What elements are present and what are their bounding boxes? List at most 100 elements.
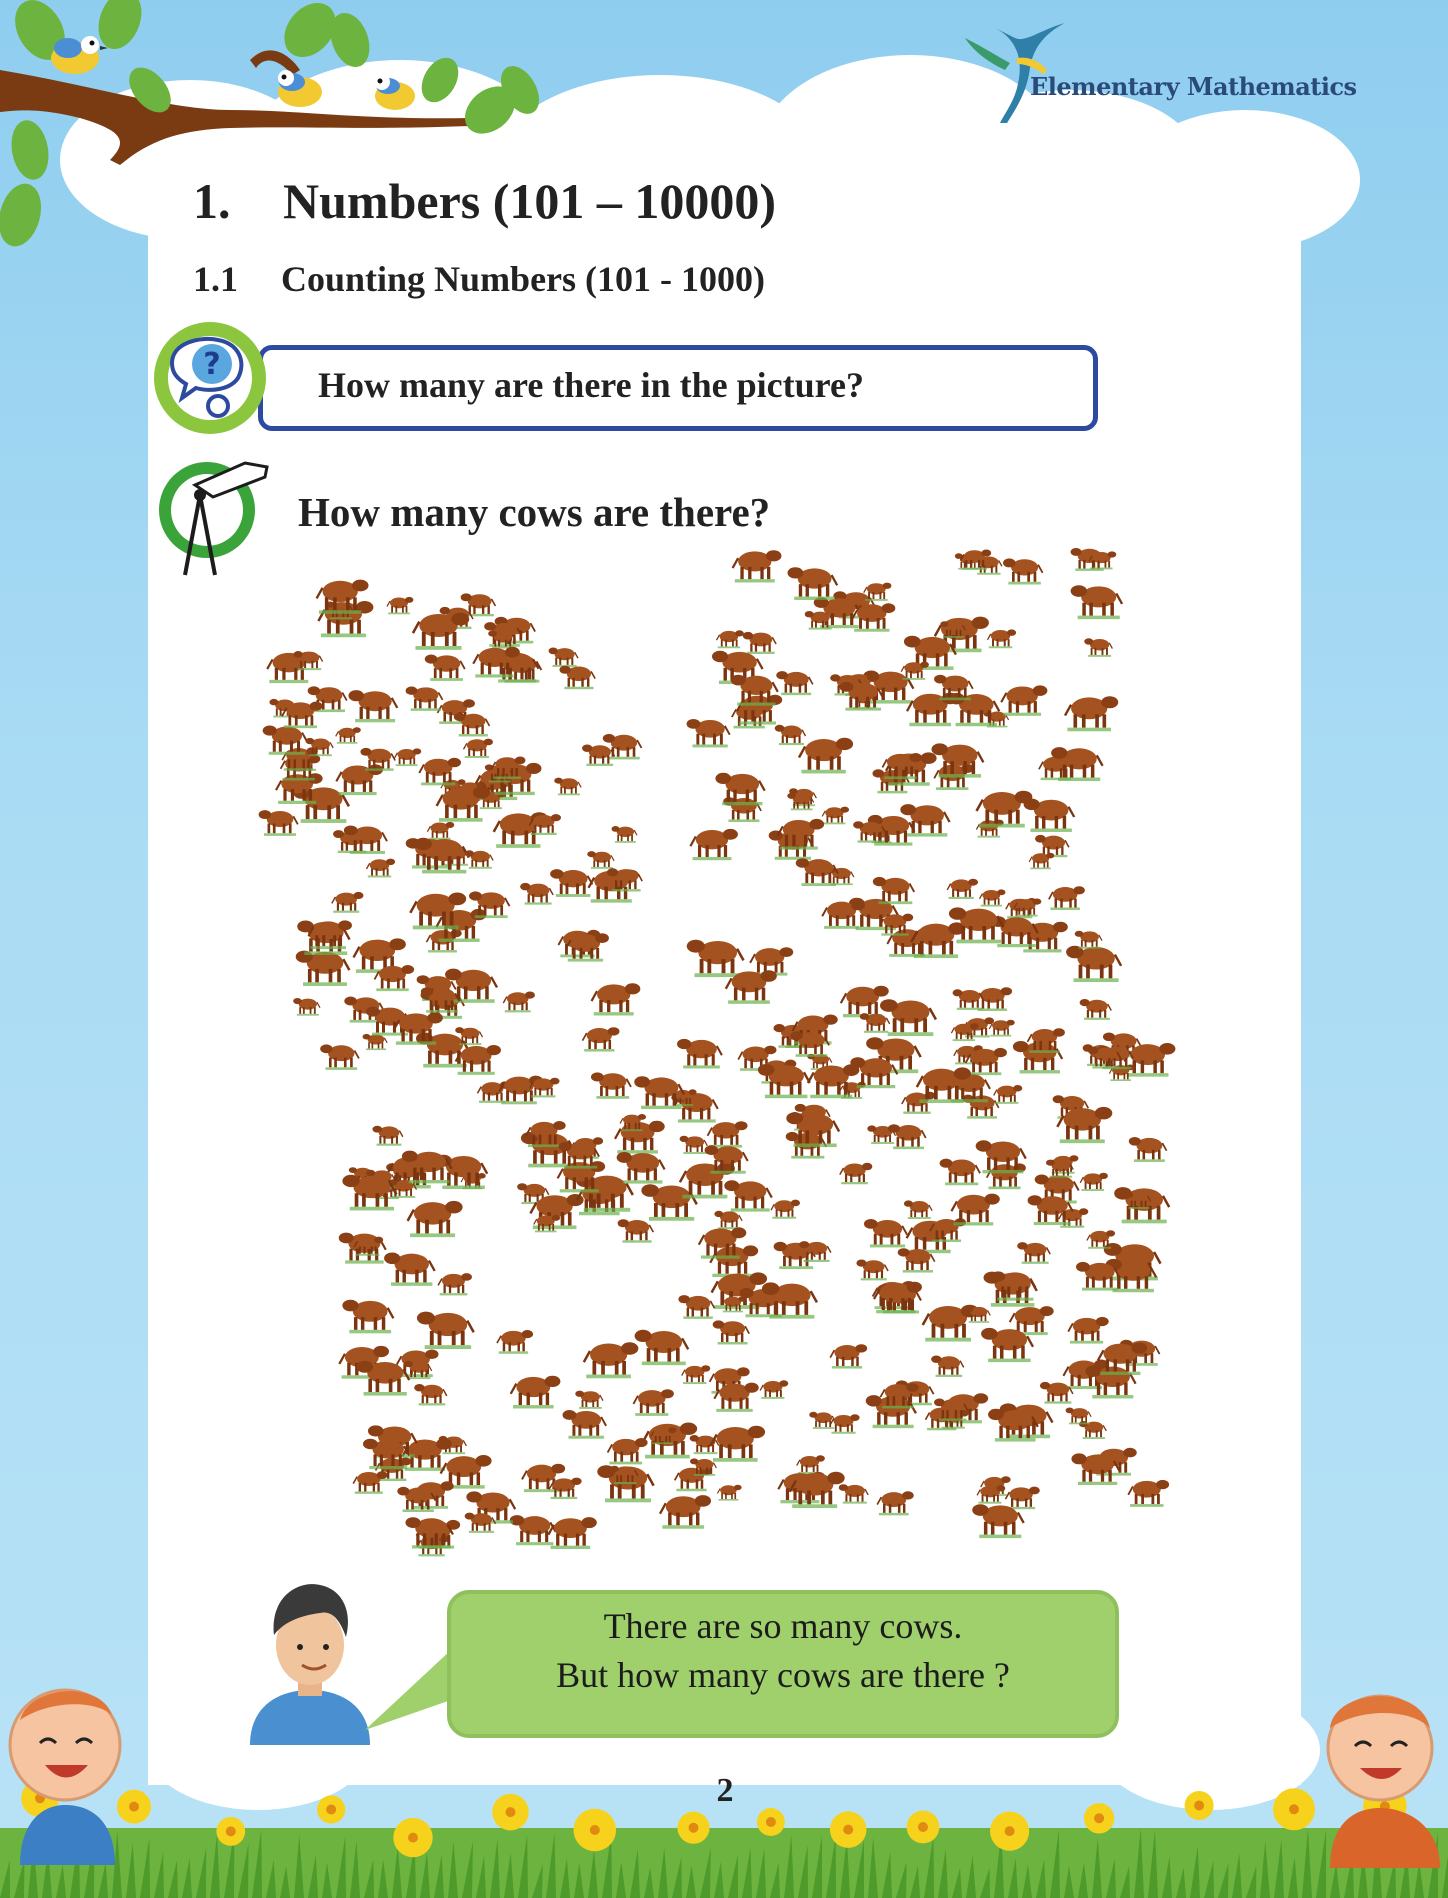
cow-icon [590, 1071, 632, 1100]
cow-icon [723, 1179, 773, 1213]
cow-icon [1067, 1315, 1110, 1345]
cow-icon [462, 737, 494, 759]
cow-icon [533, 1214, 561, 1233]
cow-icon [590, 982, 642, 1017]
cow-icon [1039, 1381, 1074, 1405]
cow-icon [509, 1374, 562, 1410]
cow-icon [903, 1199, 933, 1220]
cow-icon [1026, 1194, 1074, 1227]
cow-icon [821, 805, 850, 825]
cow-icon [1123, 1041, 1177, 1078]
cow-icon [341, 1298, 395, 1335]
cow-icon [673, 1466, 713, 1493]
cow-icon [685, 938, 745, 979]
speech-bubble-tail [365, 1650, 451, 1730]
cow-icon [1078, 998, 1113, 1021]
cow-icon [821, 899, 866, 930]
cow-icon [464, 849, 494, 870]
cow-icon [685, 718, 731, 749]
cow-icon [361, 1033, 388, 1051]
cow-icon [716, 1484, 743, 1502]
cow-icon [862, 1218, 909, 1249]
cow-icon [373, 964, 416, 992]
cow-icon [453, 712, 491, 738]
cow-icon [796, 1454, 826, 1475]
cow-icon [878, 997, 938, 1038]
cow-icon [887, 1123, 927, 1151]
cow-icon [1000, 684, 1049, 717]
speech-line-2: But how many cows are there ? [556, 1655, 1010, 1695]
cow-icon [257, 809, 299, 837]
cow-icon [838, 1483, 869, 1505]
cow-icon [1064, 1406, 1092, 1425]
cow-icon [365, 857, 396, 879]
cow-icon [808, 1411, 836, 1430]
cow-icon [547, 646, 579, 668]
cow-icon [413, 1383, 448, 1407]
cow-icon [1047, 885, 1086, 911]
cow-icon [1127, 1478, 1171, 1508]
cow-icon [574, 1389, 604, 1410]
cow-icon [331, 891, 365, 914]
cow-icon [426, 821, 455, 841]
cow-icon [586, 850, 615, 870]
cow-icon [1028, 852, 1055, 870]
cow-icon [715, 629, 745, 649]
cow-icon [640, 1182, 699, 1222]
cow-icon [713, 1210, 743, 1230]
cow-icon [855, 1258, 889, 1282]
cow-icon [1069, 584, 1124, 621]
cow-icon [508, 1514, 557, 1547]
cow-icon [633, 1328, 690, 1367]
cow-icon [946, 878, 979, 900]
cow-icon [859, 1012, 891, 1034]
cow-icon [786, 566, 839, 602]
cow-icon [606, 1437, 649, 1466]
cow-icon [839, 984, 890, 1019]
cow-icon [1083, 637, 1114, 658]
cow-icon [519, 882, 554, 906]
boy-character [250, 1584, 370, 1745]
cow-icon [547, 1515, 598, 1551]
cow-icon [775, 670, 814, 697]
cow-icon [335, 726, 362, 745]
cow-icon [352, 1470, 389, 1495]
cow-icon [658, 1493, 713, 1530]
cow-icon [978, 888, 1007, 908]
cow-icon [711, 1319, 751, 1346]
cow-icon [676, 1037, 723, 1070]
cow-icon [581, 1026, 621, 1053]
cow-icon [678, 1135, 708, 1155]
cow-icon [404, 685, 444, 712]
cow-icon [986, 628, 1017, 649]
cow-icon [930, 1354, 965, 1378]
cow-icon [294, 949, 351, 988]
cow-icon [423, 653, 466, 682]
cow-icon [1063, 694, 1120, 733]
cow-icon [437, 1272, 473, 1297]
cow-icon [581, 743, 616, 767]
cow-icon [899, 802, 951, 838]
cow-icon [1002, 557, 1044, 586]
cow-icon [829, 1343, 868, 1370]
cow-icon [549, 868, 594, 898]
cow-icon [876, 1490, 915, 1517]
cow-icon [496, 1329, 534, 1355]
cow-icon [774, 724, 807, 746]
cow-icon [797, 736, 855, 775]
cow-icon [975, 818, 1005, 839]
cow-icon [713, 1381, 760, 1413]
cow-icon [706, 1120, 749, 1149]
cow-icon [1079, 1172, 1109, 1192]
cow-icon [1016, 1241, 1051, 1265]
cow-icon [558, 664, 596, 691]
kid-character-right [1326, 1694, 1440, 1868]
cow-icon [1074, 930, 1103, 950]
cow-icon [985, 1162, 1027, 1191]
cow-icon [731, 549, 783, 584]
cow-icon [632, 1388, 675, 1417]
cow-icon [319, 1043, 360, 1071]
cow-icon [610, 825, 638, 844]
cow-icon [406, 1199, 464, 1239]
cow-icon [938, 1157, 982, 1187]
